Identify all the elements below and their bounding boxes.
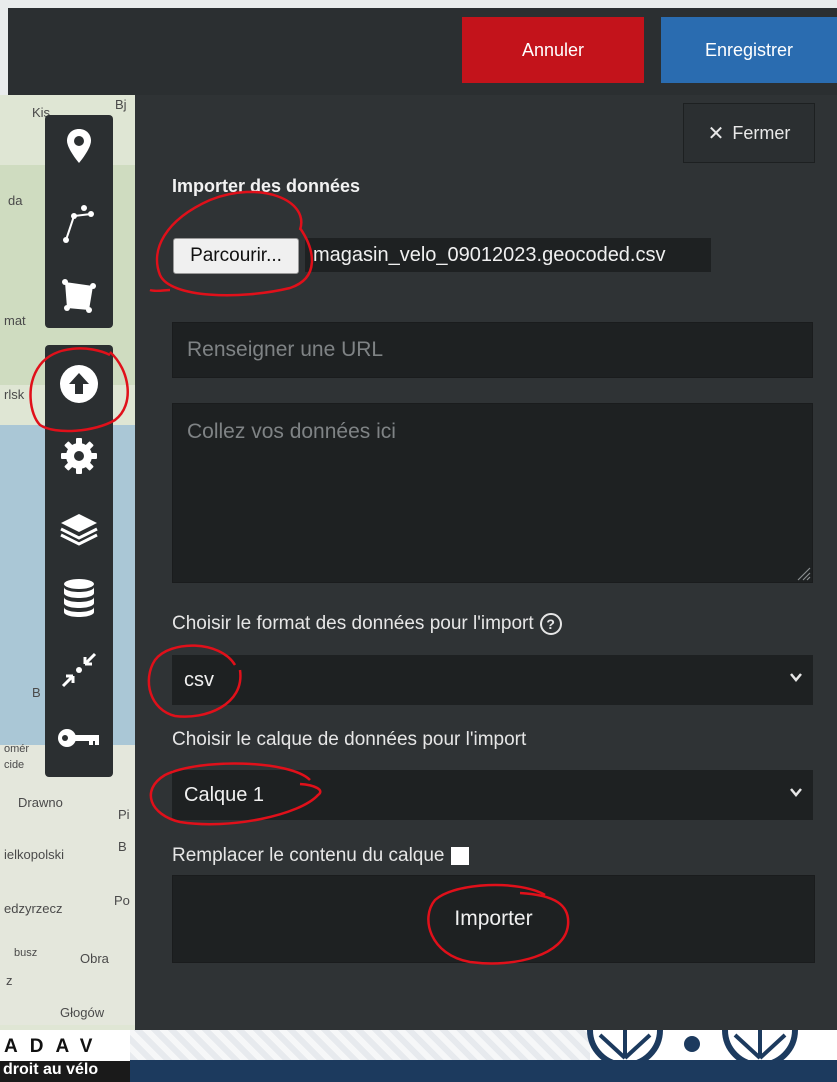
map-label: mat xyxy=(4,313,26,328)
map-label: Bj xyxy=(115,97,127,112)
settings-toolbar xyxy=(45,345,113,777)
map-land xyxy=(0,745,135,1025)
layers-button[interactable] xyxy=(45,497,113,559)
map-label: omér xyxy=(4,743,30,755)
format-select[interactable]: csv xyxy=(172,655,813,705)
map-label: Drawno xyxy=(18,795,63,810)
format-value: csv xyxy=(184,668,214,691)
logo-tagline: droit au vélo xyxy=(0,1061,130,1082)
panel-title: Importer des données xyxy=(172,176,361,196)
map-label: Po xyxy=(114,893,130,908)
replace-label: Remplacer le contenu du calque xyxy=(172,845,445,866)
import-data-button[interactable] xyxy=(45,353,113,415)
chevron-down-icon xyxy=(790,788,802,797)
replace-checkbox[interactable] xyxy=(450,846,469,865)
format-label: Choisir le format des données pour l'imp… xyxy=(172,613,534,635)
marker-icon xyxy=(67,129,91,163)
map-label: B xyxy=(118,839,127,854)
url-input[interactable] xyxy=(172,322,813,378)
paste-data-textarea[interactable] xyxy=(172,403,813,583)
footer-pattern xyxy=(130,1030,590,1060)
add-marker-button[interactable] xyxy=(45,115,113,177)
browse-button[interactable]: Parcourir... xyxy=(173,238,299,274)
help-icon[interactable]: ? xyxy=(539,613,562,635)
map-label: Obra xyxy=(80,951,109,966)
map-label: edzyrzecz xyxy=(4,901,63,916)
map-label: Głogów xyxy=(60,1005,105,1020)
map-label: da xyxy=(8,193,23,208)
key-icon xyxy=(58,729,99,747)
map-label: Pi xyxy=(118,807,130,822)
gear-icon xyxy=(61,438,97,474)
chevron-down-icon xyxy=(790,673,802,682)
database-icon xyxy=(64,579,94,617)
layer-select[interactable]: Calque 1 xyxy=(172,770,813,820)
permissions-button[interactable] xyxy=(45,707,113,769)
data-browser-button[interactable] xyxy=(45,567,113,629)
draw-polygon-button[interactable] xyxy=(45,265,113,327)
center-map-button[interactable] xyxy=(45,639,113,701)
draw-toolbar xyxy=(45,115,113,328)
footer-bar xyxy=(130,1060,837,1082)
close-icon: ✕ xyxy=(707,122,725,145)
map-label: ielkopolski xyxy=(4,847,64,862)
replace-row: Remplacer le contenu du calque xyxy=(172,845,469,867)
bicycle-wheel-icon xyxy=(587,1030,798,1060)
layer-label: Choisir le calque de données pour l'impo… xyxy=(172,729,527,750)
selected-file-name: magasin_velo_09012023.geocoded.csv xyxy=(305,238,711,272)
map-label: busz xyxy=(14,947,38,959)
map-label: z xyxy=(6,973,13,988)
upload-icon xyxy=(60,365,98,403)
settings-button[interactable] xyxy=(45,425,113,487)
import-button[interactable]: Importer xyxy=(172,875,815,963)
map-label: rlsk xyxy=(4,387,25,402)
cancel-button[interactable]: Annuler xyxy=(462,17,644,83)
resize-grip-icon[interactable] xyxy=(795,565,811,581)
center-map-icon xyxy=(61,652,97,688)
polygon-icon xyxy=(62,279,96,313)
layers-icon xyxy=(60,514,98,546)
close-label: Fermer xyxy=(732,122,791,143)
polyline-icon xyxy=(63,205,94,243)
layer-value: Calque 1 xyxy=(184,783,265,806)
logo-acronym: ADAV xyxy=(0,1036,130,1058)
map-label: B xyxy=(32,685,41,700)
adav-logo: ADAV droit au vélo xyxy=(0,1030,130,1082)
format-label-row: Choisir le format des données pour l'imp… xyxy=(172,613,562,635)
close-button[interactable]: ✕ Fermer xyxy=(683,103,815,163)
map-label: cide xyxy=(4,759,25,771)
save-button[interactable]: Enregistrer xyxy=(661,17,837,83)
draw-line-button[interactable] xyxy=(45,193,113,255)
